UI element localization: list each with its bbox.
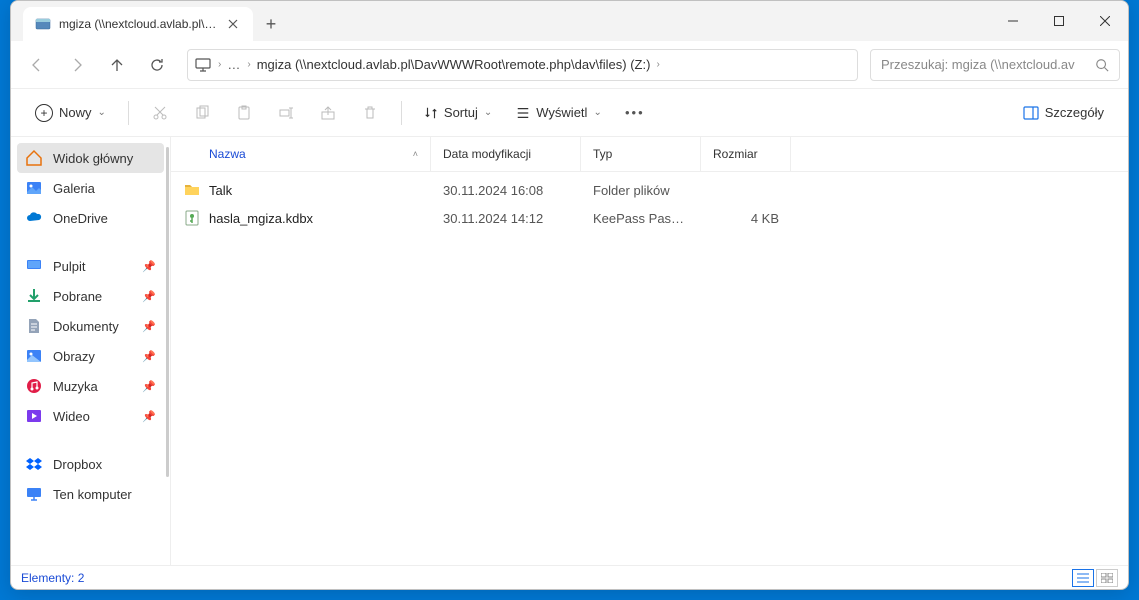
forward-button[interactable] — [59, 47, 95, 83]
navigation-row: › … › mgiza (\\nextcloud.avlab.pl\DavWWW… — [11, 41, 1128, 89]
cut-button[interactable] — [143, 99, 177, 127]
pin-icon: 📌 — [142, 410, 156, 423]
documents-icon — [25, 317, 43, 335]
pin-icon: 📌 — [142, 260, 156, 273]
details-view-button[interactable] — [1072, 569, 1094, 587]
file-list[interactable]: Talk 30.11.2024 16:08 Folder plików hasl… — [171, 172, 1128, 565]
chevron-right-icon[interactable]: › — [247, 59, 250, 70]
status-bar: Elementy: 2 — [11, 565, 1128, 589]
sidebar-item-videos[interactable]: Wideo 📌 — [17, 401, 164, 431]
file-row[interactable]: Talk 30.11.2024 16:08 Folder plików — [171, 176, 1128, 204]
search-placeholder: Przeszukaj: mgiza (\\nextcloud.av — [881, 57, 1087, 72]
rename-button[interactable] — [269, 99, 303, 127]
copy-button[interactable] — [185, 99, 219, 127]
column-headers[interactable]: Nazwa ˄ Data modyfikacji Typ Rozmiar — [171, 137, 1128, 172]
details-icon — [1023, 105, 1039, 121]
pictures-icon — [25, 347, 43, 365]
chevron-right-icon[interactable]: › — [656, 59, 659, 70]
tab-close-button[interactable] — [225, 16, 241, 32]
sort-button[interactable]: Sortuj ⌄ — [416, 99, 500, 126]
path-overflow[interactable]: … — [227, 57, 241, 72]
sidebar-item-home[interactable]: Widok główny — [17, 143, 164, 173]
minimize-button[interactable] — [990, 1, 1036, 41]
folder-icon — [183, 181, 201, 199]
chevron-down-icon: ⌄ — [593, 107, 601, 118]
keepass-file-icon — [183, 209, 201, 227]
onedrive-icon — [25, 209, 43, 227]
sort-icon — [424, 106, 438, 120]
content-area: Nazwa ˄ Data modyfikacji Typ Rozmiar Tal… — [171, 137, 1128, 565]
share-button[interactable] — [311, 99, 345, 127]
pc-icon — [194, 56, 212, 74]
sidebar-item-gallery[interactable]: Galeria — [17, 173, 164, 203]
pin-icon: 📌 — [142, 320, 156, 333]
chevron-down-icon: ⌄ — [98, 107, 106, 118]
new-button[interactable]: + Nowy ⌄ — [27, 98, 114, 128]
item-count: Elementy: 2 — [21, 571, 84, 585]
view-button[interactable]: Wyświetl ⌄ — [508, 99, 610, 126]
close-button[interactable] — [1082, 1, 1128, 41]
sidebar-item-downloads[interactable]: Pobrane 📌 — [17, 281, 164, 311]
pin-icon: 📌 — [142, 290, 156, 303]
thumbnails-view-button[interactable] — [1096, 569, 1118, 587]
sidebar-item-desktop[interactable]: Pulpit 📌 — [17, 251, 164, 281]
delete-button[interactable] — [353, 99, 387, 127]
search-icon — [1095, 58, 1109, 72]
tab-title: mgiza (\\nextcloud.avlab.pl\Da — [59, 17, 217, 31]
titlebar[interactable]: mgiza (\\nextcloud.avlab.pl\Da + — [11, 1, 1128, 41]
sidebar-item-documents[interactable]: Dokumenty 📌 — [17, 311, 164, 341]
downloads-icon — [25, 287, 43, 305]
view-icon — [516, 106, 530, 120]
column-header-name[interactable]: Nazwa ˄ — [171, 137, 431, 171]
sidebar-item-thispc[interactable]: Ten komputer — [17, 479, 164, 509]
search-input[interactable]: Przeszukaj: mgiza (\\nextcloud.av — [870, 49, 1120, 81]
videos-icon — [25, 407, 43, 425]
home-icon — [25, 149, 43, 167]
tab-icon — [35, 16, 51, 32]
sidebar-item-onedrive[interactable]: OneDrive — [17, 203, 164, 233]
pc-icon — [25, 485, 43, 503]
up-button[interactable] — [99, 47, 135, 83]
chevron-right-icon[interactable]: › — [218, 59, 221, 70]
column-header-size[interactable]: Rozmiar — [701, 137, 791, 171]
sidebar[interactable]: Widok główny Galeria OneDrive Pulpit 📌 P… — [11, 137, 171, 565]
desktop-icon — [25, 257, 43, 275]
column-header-date[interactable]: Data modyfikacji — [431, 137, 581, 171]
sidebar-item-dropbox[interactable]: Dropbox — [17, 449, 164, 479]
address-bar[interactable]: › … › mgiza (\\nextcloud.avlab.pl\DavWWW… — [187, 49, 858, 81]
sidebar-item-pictures[interactable]: Obrazy 📌 — [17, 341, 164, 371]
sidebar-item-music[interactable]: Muzyka 📌 — [17, 371, 164, 401]
file-explorer-window: mgiza (\\nextcloud.avlab.pl\Da + › … › m… — [10, 0, 1129, 590]
refresh-button[interactable] — [139, 47, 175, 83]
details-pane-button[interactable]: Szczegóły — [1015, 99, 1112, 127]
dropbox-icon — [25, 455, 43, 473]
back-button[interactable] — [19, 47, 55, 83]
gallery-icon — [25, 179, 43, 197]
chevron-down-icon: ⌄ — [484, 107, 492, 118]
maximize-button[interactable] — [1036, 1, 1082, 41]
browser-tab[interactable]: mgiza (\\nextcloud.avlab.pl\Da — [23, 7, 253, 41]
pin-icon: 📌 — [142, 380, 156, 393]
new-tab-button[interactable]: + — [253, 7, 289, 41]
file-row[interactable]: hasla_mgiza.kdbx 30.11.2024 14:12 KeePas… — [171, 204, 1128, 232]
music-icon — [25, 377, 43, 395]
plus-circle-icon: + — [35, 104, 53, 122]
pin-icon: 📌 — [142, 350, 156, 363]
paste-button[interactable] — [227, 99, 261, 127]
column-header-type[interactable]: Typ — [581, 137, 701, 171]
toolbar: + Nowy ⌄ Sortuj ⌄ Wyświetl ⌄ ••• Szczegó… — [11, 89, 1128, 137]
window-controls — [990, 1, 1128, 41]
more-button[interactable]: ••• — [618, 99, 652, 126]
path-segment[interactable]: mgiza (\\nextcloud.avlab.pl\DavWWWRoot\r… — [257, 57, 651, 72]
sort-indicator-icon: ˄ — [413, 149, 418, 159]
